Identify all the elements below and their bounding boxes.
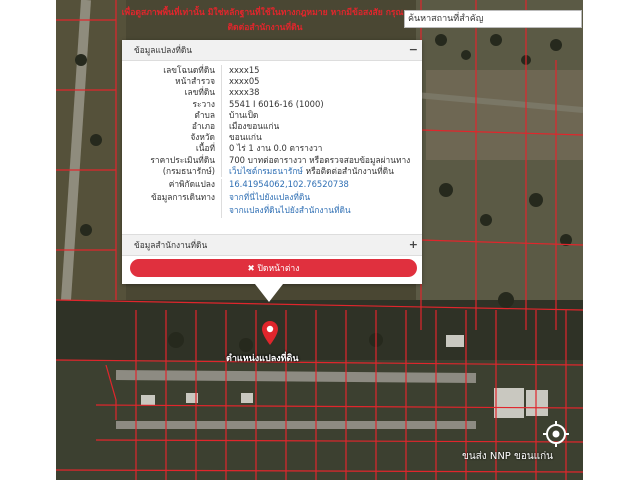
popup-pointer bbox=[255, 284, 283, 302]
land-office-section-header[interactable]: ข้อมูลสำนักงานที่ดิน + bbox=[122, 234, 422, 256]
row-label: ราคาประเมินที่ดิน bbox=[150, 154, 215, 165]
coordinate-link[interactable]: 16.41954062,102.76520738 bbox=[222, 179, 349, 190]
info-row: หน้าสำรวจ xxxx05 bbox=[122, 76, 422, 88]
row-value: 0 ไร่ 1 งาน 0.0 ตารางวา bbox=[229, 143, 323, 154]
parcel-info-section-title: ข้อมูลแปลงที่ดิน bbox=[134, 45, 193, 55]
marker-label: ตำแหน่งแปลงที่ดิน bbox=[226, 354, 299, 364]
my-location-icon[interactable] bbox=[542, 420, 570, 452]
map-watermark: ขนส่ง NNP ขอนแก่น bbox=[462, 451, 554, 462]
info-row: เลขที่ดิน xxxx38 bbox=[122, 87, 422, 99]
location-pin-icon[interactable] bbox=[262, 321, 278, 349]
route-to-office-link[interactable]: จากแปลงที่ดินไปยังสำนักงานที่ดิน bbox=[222, 203, 351, 218]
close-button-label: ปิดหน้าต่าง bbox=[257, 264, 300, 274]
row-value: บ้านเป็ด bbox=[229, 109, 259, 120]
parcel-info-section-header[interactable]: ข้อมูลแปลงที่ดิน − bbox=[122, 40, 422, 61]
row-value: ขอนแก่น bbox=[229, 132, 262, 143]
parcel-info-table: เลขโฉนดที่ดิน xxxx15 หน้าสำรวจ xxxx05 เลขที่… bbox=[122, 61, 422, 166]
row-label-empty bbox=[122, 203, 221, 218]
row-value: 5541 I 6016-16 (1000) bbox=[229, 98, 324, 109]
row-label: ตำบล bbox=[194, 109, 215, 120]
expand-icon[interactable]: + bbox=[409, 235, 418, 255]
assessment-dept-row: (กรมธนารักษ์) เว็บไซต์กรมธนารักษ์ หรือติ… bbox=[122, 165, 422, 177]
row-label: ค่าพิกัดแปลง bbox=[168, 178, 215, 189]
row-value: เว็บไซต์กรมธนารักษ์ หรือติดต่อสำนักงานที… bbox=[222, 166, 394, 177]
row-label: หน้าสำรวจ bbox=[175, 76, 215, 87]
coordinate-row: ค่าพิกัดแปลง 16.41954062,102.76520738 bbox=[122, 178, 422, 191]
row-value: เมืองขอนแก่น bbox=[229, 120, 280, 131]
close-icon: ✖ bbox=[247, 264, 255, 274]
row-label: (กรมธนารักษ์) bbox=[162, 165, 215, 176]
info-row: ตำบล บ้านเป็ด bbox=[122, 109, 422, 121]
info-row: ราคาประเมินที่ดิน 700 บาทต่อตารางวา หรือต… bbox=[122, 154, 422, 166]
info-row: จังหวัด ขอนแก่น bbox=[122, 132, 422, 144]
dept-suffix-text: หรือติดต่อสำนักงานที่ดิน bbox=[302, 165, 394, 176]
info-row: ระวาง 5541 I 6016-16 (1000) bbox=[122, 98, 422, 110]
land-office-section-title: ข้อมูลสำนักงานที่ดิน bbox=[134, 240, 208, 250]
parcel-info-popup: ข้อมูลแปลงที่ดิน − เลขโฉนดที่ดิน xxxx15 หน… bbox=[122, 40, 422, 284]
row-label: ระวาง bbox=[192, 98, 216, 109]
row-value: xxxx05 bbox=[229, 76, 260, 87]
info-row: เนื้อที่ 0 ไร่ 1 งาน 0.0 ตารางวา bbox=[122, 143, 422, 155]
search-input[interactable] bbox=[404, 10, 582, 28]
row-value: 700 บาทต่อตารางวา หรือตรวจสอบข้อมูลผ่านท… bbox=[229, 154, 411, 165]
disclaimer-banner: เพื่อดูสภาพพื้นที่เท่านั้น มิใช่หลักฐานท… bbox=[121, 8, 409, 33]
info-row: เลขโฉนดที่ดิน xxxx15 bbox=[122, 65, 422, 77]
row-value: xxxx15 bbox=[229, 65, 260, 75]
row-label: อำเภอ bbox=[191, 120, 215, 131]
row-label: จังหวัด bbox=[190, 132, 215, 143]
row-label: เนื้อที่ bbox=[195, 143, 215, 154]
close-window-button[interactable]: ✖ ปิดหน้าต่าง bbox=[130, 259, 417, 277]
route-row-2: จากแปลงที่ดินไปยังสำนักงานที่ดิน bbox=[122, 203, 422, 219]
collapse-icon[interactable]: − bbox=[409, 40, 418, 60]
info-row: อำเภอ เมืองขอนแก่น bbox=[122, 120, 422, 133]
row-label: เลขโฉนดที่ดิน bbox=[163, 65, 215, 75]
treasury-website-link[interactable]: เว็บไซต์กรมธนารักษ์ bbox=[229, 166, 303, 176]
row-label: เลขที่ดิน bbox=[184, 87, 215, 98]
row-value: xxxx38 bbox=[229, 87, 260, 98]
